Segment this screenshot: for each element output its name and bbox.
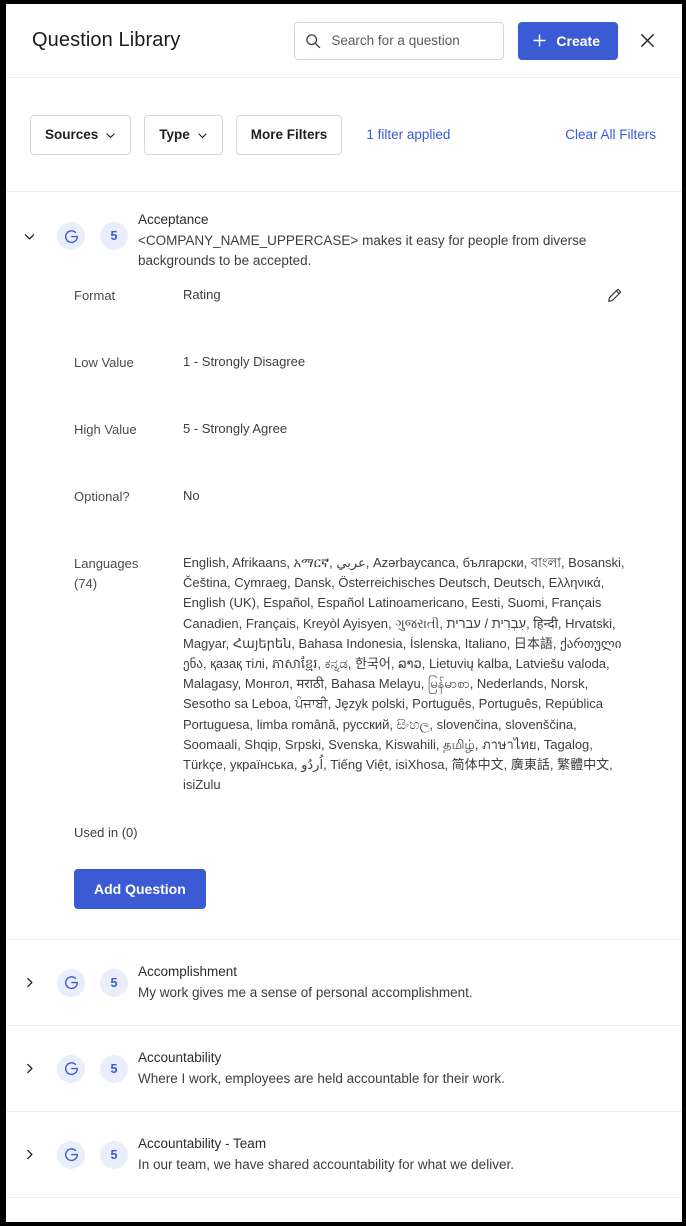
high-value-value: 5 - Strongly Agree xyxy=(183,421,288,436)
close-button[interactable] xyxy=(630,24,664,58)
plus-icon xyxy=(532,33,547,48)
edit-question-button[interactable] xyxy=(600,281,628,309)
detail-row-languages: Languages (74) English, Afrikaans, አማርኛ,… xyxy=(74,553,630,813)
question-body: <COMPANY_NAME_UPPERCASE> makes it easy f… xyxy=(138,233,587,268)
languages-value: English, Afrikaans, አማርኛ, عربي, Azərbayc… xyxy=(183,555,625,793)
search-input[interactable] xyxy=(329,32,494,49)
chevron-right-icon xyxy=(23,1148,36,1161)
type-filter-button[interactable]: Type xyxy=(144,114,223,155)
chevron-down-icon xyxy=(23,230,36,243)
chevron-down-icon xyxy=(197,129,208,141)
expand-toggle[interactable] xyxy=(6,976,52,989)
more-filters-label: More Filters xyxy=(250,127,328,142)
scale-badge-cell: 5 xyxy=(90,1140,138,1169)
glint-g-icon xyxy=(57,222,85,250)
question-body: My work gives me a sense of personal acc… xyxy=(138,985,473,1001)
low-value-label: Low Value xyxy=(74,355,134,370)
question-body: Where I work, employees are held account… xyxy=(138,1071,505,1087)
source-icon-cell xyxy=(52,210,90,250)
type-filter-label: Type xyxy=(159,127,190,142)
question-header[interactable]: 5 Acceptance <COMPANY_NAME_UPPERCASE> ma… xyxy=(6,192,656,271)
question-header[interactable]: 5 Accountability - Team In our team, we … xyxy=(6,1112,656,1197)
question-text-block: Accomplishment My work gives me a sense … xyxy=(138,962,656,1003)
question-text-block: Accountability - Team In our team, we ha… xyxy=(138,1134,656,1175)
languages-count: (74) xyxy=(74,576,98,591)
search-box[interactable] xyxy=(294,21,505,60)
question-details: Format Rating Low Value 1 - Strongly Dis… xyxy=(6,271,656,939)
question-text-block: Acceptance <COMPANY_NAME_UPPERCASE> make… xyxy=(138,210,656,271)
detail-row-optional: Optional? No xyxy=(74,486,630,553)
question-row-accomplishment: 5 Accomplishment My work gives me a sens… xyxy=(6,940,682,1027)
clear-all-filters-link[interactable]: Clear All Filters xyxy=(565,127,656,142)
panel-header: Question Library Create xyxy=(6,4,682,78)
format-label: Format xyxy=(74,288,116,303)
scale-badge-cell: 5 xyxy=(90,1054,138,1083)
question-text-block: Accountability Where I work, employees a… xyxy=(138,1048,656,1089)
sources-filter-label: Sources xyxy=(45,127,99,142)
question-row-accountability: 5 Accountability Where I work, employees… xyxy=(6,1026,682,1113)
scale-badge: 5 xyxy=(100,1140,128,1169)
page-title: Question Library xyxy=(32,29,181,51)
chevron-right-icon xyxy=(23,1062,36,1075)
question-header[interactable]: 5 Accomplishment My work gives me a sens… xyxy=(6,940,656,1025)
scale-badge-cell: 5 xyxy=(90,210,138,250)
chevron-down-icon xyxy=(105,129,116,141)
edit-pencil-icon xyxy=(606,287,623,304)
create-button[interactable]: Create xyxy=(518,21,618,60)
expand-toggle[interactable] xyxy=(6,1148,52,1161)
close-icon xyxy=(639,32,656,49)
question-row-accountability-team: 5 Accountability - Team In our team, we … xyxy=(6,1112,682,1199)
glint-g-icon xyxy=(57,1140,85,1169)
scale-badge: 5 xyxy=(100,968,128,997)
detail-row-low-value: Low Value 1 - Strongly Disagree xyxy=(74,352,630,419)
question-header[interactable]: 5 Accountability Where I work, employees… xyxy=(6,1026,656,1111)
search-icon xyxy=(305,33,329,49)
create-button-label: Create xyxy=(556,32,600,49)
optional-value: No xyxy=(183,488,200,503)
question-name: Accomplishment xyxy=(138,964,238,980)
languages-label: Languages (74) xyxy=(74,553,152,594)
format-value: Rating xyxy=(183,287,221,302)
glint-g-icon xyxy=(57,1054,85,1083)
source-icon-cell xyxy=(52,968,90,997)
expand-toggle[interactable] xyxy=(6,210,52,243)
high-value-label: High Value xyxy=(74,422,137,437)
optional-label: Optional? xyxy=(74,489,130,504)
languages-label-text: Languages xyxy=(74,556,139,571)
more-filters-button[interactable]: More Filters xyxy=(235,114,343,155)
low-value-value: 1 - Strongly Disagree xyxy=(183,354,306,369)
source-icon-cell xyxy=(52,1054,90,1083)
sources-filter-button[interactable]: Sources xyxy=(30,114,132,155)
question-row-acceptance: 5 Acceptance <COMPANY_NAME_UPPERCASE> ma… xyxy=(6,192,682,941)
question-name: Accountability xyxy=(138,1050,222,1066)
add-question-button[interactable]: Add Question xyxy=(74,869,206,910)
scale-badge: 5 xyxy=(100,222,128,250)
detail-row-high-value: High Value 5 - Strongly Agree xyxy=(74,419,630,486)
scale-badge-cell: 5 xyxy=(90,968,138,997)
question-library-panel: Question Library Create xyxy=(0,0,686,1226)
used-in-label: Used in (0) xyxy=(74,825,138,841)
source-icon-cell xyxy=(52,1140,90,1169)
glint-g-icon xyxy=(57,968,85,997)
detail-row-format: Format Rating xyxy=(74,285,630,352)
filters-applied-link[interactable]: 1 filter applied xyxy=(366,127,450,142)
chevron-right-icon xyxy=(23,976,36,989)
filter-bar: Sources Type More Filters 1 filter appli… xyxy=(6,78,682,192)
question-name: Accountability - Team xyxy=(138,1136,267,1152)
question-body: In our team, we have shared accountabili… xyxy=(138,1157,514,1173)
scale-badge: 5 xyxy=(100,1054,128,1083)
expand-toggle[interactable] xyxy=(6,1062,52,1075)
question-name: Acceptance xyxy=(138,212,209,227)
